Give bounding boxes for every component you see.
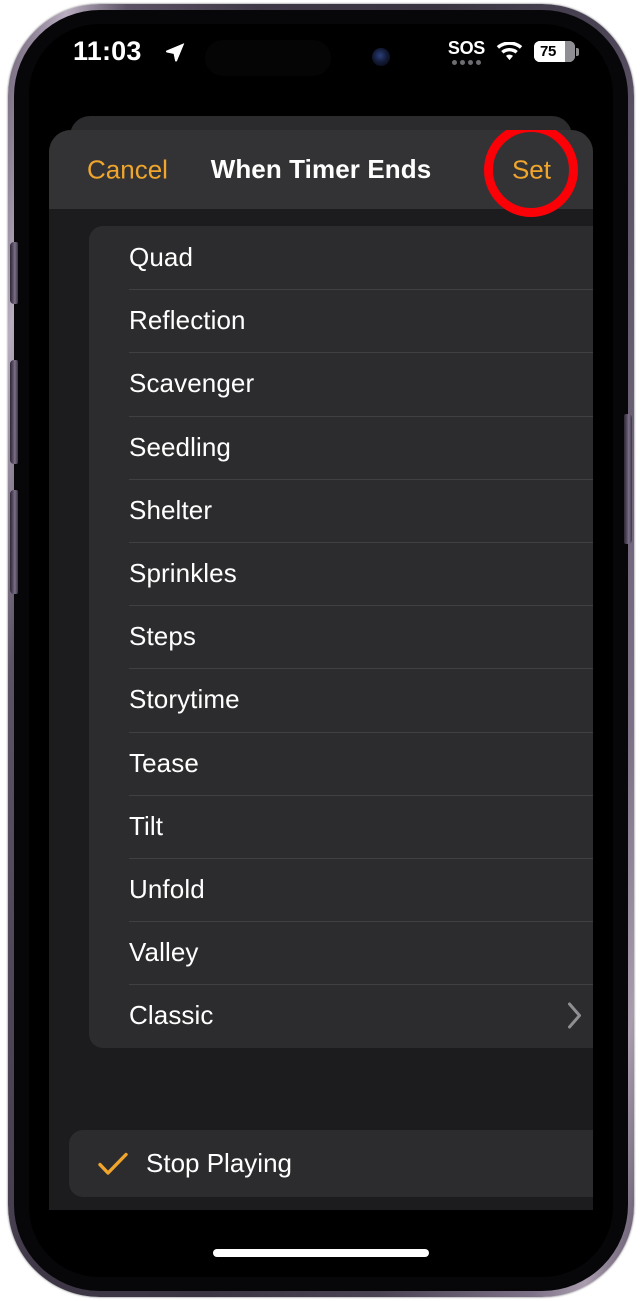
tone-label: Seedling [129,431,231,462]
sos-indicator: SOS [448,38,485,65]
battery-indicator: 75 [534,41,579,62]
dynamic-island[interactable] [205,40,331,76]
chevron-right-icon [567,1002,583,1029]
stop-playing-label: Stop Playing [146,1148,292,1178]
phone-frame: 11:03 SOS 75 Cancel When Timer Ends Set … [8,4,634,1297]
sos-label: SOS [447,38,485,58]
volume-down-button[interactable] [10,490,18,594]
tone-row[interactable]: Valley [89,921,593,984]
power-button[interactable] [624,414,632,544]
page-title: When Timer Ends [210,154,432,184]
tone-list: Quad Reflection Scavenger Seedling Shelter Sp… [89,226,593,1048]
tone-label: Sprinkles [129,558,237,589]
set-button[interactable]: Set [512,154,551,185]
tone-label: Tilt [129,810,164,841]
volume-up-button[interactable] [10,360,18,464]
tone-row[interactable]: Quad [89,226,593,289]
front-camera-lens [372,48,390,66]
tone-label: Steps [129,621,196,652]
wifi-icon [496,41,523,62]
tone-row[interactable]: Tilt [89,794,593,858]
tone-label: Scavenger [129,368,255,399]
tone-label: Unfold [129,873,205,904]
tone-label: Classic [129,1000,214,1031]
phone-screen: 11:03 SOS 75 Cancel When Timer Ends Set … [29,24,613,1277]
tone-row[interactable]: Seedling [89,415,593,479]
tone-row[interactable]: Scavenger [89,352,593,415]
tone-row[interactable]: Storytime [89,668,593,731]
cellular-signal-dots [451,60,481,65]
tone-row[interactable]: Classic [89,984,593,1047]
stop-playing-row[interactable]: Stop Playing [69,1130,593,1197]
tone-label: Storytime [129,684,240,715]
status-time: 11:03 [73,36,142,66]
action-button[interactable] [10,242,18,304]
tone-label: Tease [129,747,199,778]
cancel-button[interactable]: Cancel [87,154,168,185]
tone-row[interactable]: Steps [89,605,593,668]
tone-label: Quad [129,242,194,273]
status-icons: SOS 75 [448,38,579,65]
tone-row[interactable]: Reflection [89,289,593,352]
home-indicator[interactable] [213,1249,429,1257]
checkmark-icon [98,1152,134,1176]
sheet-header: Cancel When Timer Ends Set [49,130,593,217]
location-arrow-icon [164,41,186,68]
battery-level-label: 75 [540,43,557,60]
when-timer-ends-sheet: Cancel When Timer Ends Set Quad Reflectio… [49,130,593,1210]
tone-label: Shelter [129,494,213,525]
tone-label: Valley [129,937,199,968]
tone-row[interactable]: Unfold [89,857,593,921]
tone-row[interactable]: Sprinkles [89,541,593,605]
tone-label: Reflection [129,305,246,336]
tone-row[interactable]: Tease [89,731,593,795]
status-bar: 11:03 SOS 75 [29,24,613,86]
tone-row[interactable]: Shelter [89,478,593,542]
